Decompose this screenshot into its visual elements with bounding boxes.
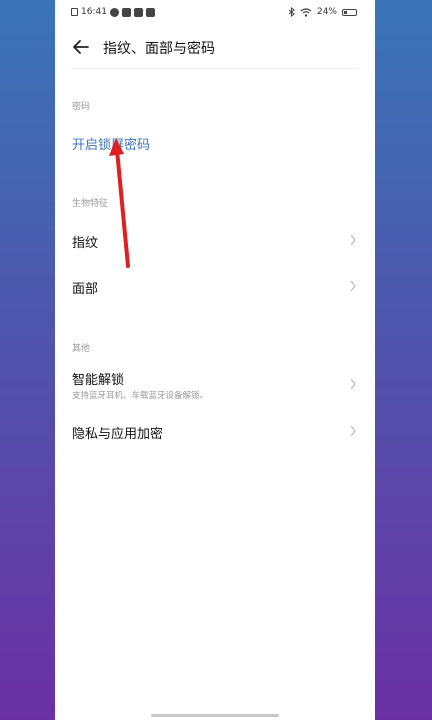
- status-right: 24%: [288, 7, 357, 17]
- phone-screen: 16:41 24% 指纹、面部与密码 密码 开启锁屏密码 生物特征 指纹 面部 …: [55, 0, 375, 720]
- privacy-encryption-item[interactable]: 隐私与应用加密: [55, 415, 375, 447]
- bluetooth-icon: [288, 7, 295, 17]
- section-password: 密码: [72, 102, 91, 112]
- smart-unlock-item[interactable]: 智能解锁 支持蓝牙耳机、车载蓝牙设备解锁。: [55, 366, 375, 404]
- app-notification-icon-3: [145, 7, 155, 17]
- red-annotation-arrow: [109, 138, 130, 268]
- lock-password-label: 开启锁屏密码: [72, 138, 151, 153]
- privacy-encryption-label: 隐私与应用加密: [72, 427, 164, 442]
- chevron-right-icon: [350, 280, 356, 292]
- app-notification-icon: [121, 7, 131, 17]
- app-notification-icon-2: [133, 7, 143, 17]
- chevron-right-icon: [350, 378, 356, 390]
- smart-unlock-description: 支持蓝牙耳机、车载蓝牙设备解锁。: [72, 391, 209, 401]
- home-indicator[interactable]: [151, 714, 279, 717]
- face-label: 面部: [72, 282, 99, 297]
- status-left: 16:41: [71, 7, 155, 17]
- page-title: 指纹、面部与密码: [103, 41, 215, 57]
- header-divider: [71, 68, 359, 69]
- chevron-right-icon: [350, 425, 356, 437]
- fingerprint-item[interactable]: 指纹: [55, 224, 375, 256]
- chevron-right-icon: [350, 234, 356, 246]
- page-header: 指纹、面部与密码: [55, 32, 375, 62]
- wifi-icon: [300, 7, 312, 17]
- battery-icon: [342, 8, 357, 16]
- battery-percent: 24%: [316, 7, 337, 17]
- sim-icon: [71, 8, 78, 16]
- section-biometrics: 生物特征: [72, 199, 109, 209]
- lock-password-item[interactable]: 开启锁屏密码: [55, 128, 375, 158]
- face-item[interactable]: 面部: [55, 270, 375, 302]
- back-arrow-icon[interactable]: [71, 37, 91, 57]
- notification-icon: [109, 7, 119, 17]
- section-others: 其他: [72, 344, 91, 354]
- fingerprint-label: 指纹: [72, 236, 99, 251]
- status-time: 16:41: [81, 7, 107, 17]
- smart-unlock-label: 智能解锁: [72, 373, 125, 388]
- status-bar: 16:41 24%: [55, 0, 375, 24]
